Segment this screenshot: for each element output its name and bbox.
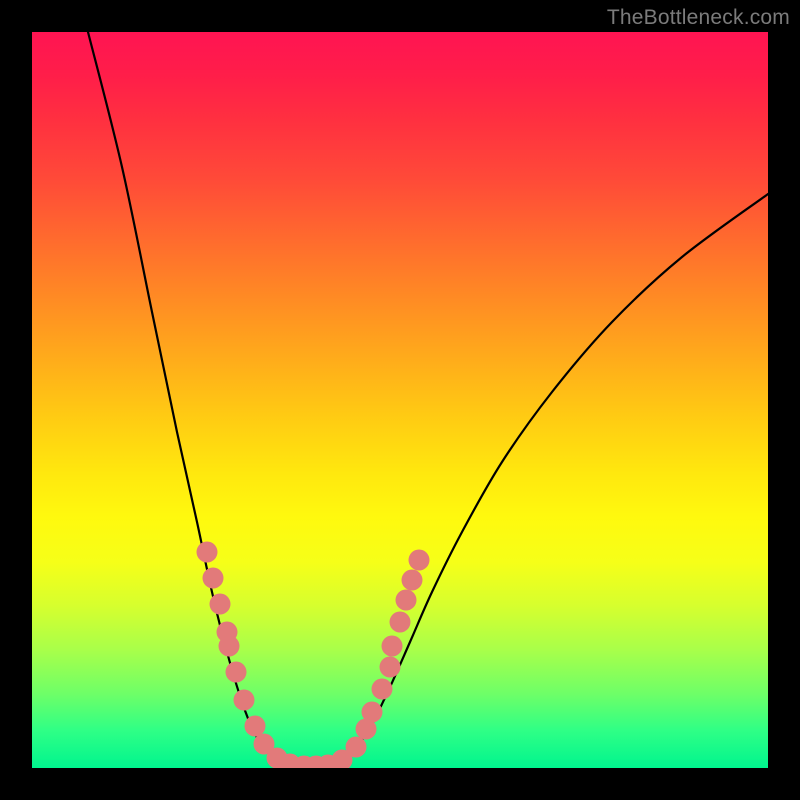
data-dot — [346, 737, 367, 758]
plot-area — [32, 32, 768, 768]
data-dot — [402, 570, 423, 591]
watermark-text: TheBottleneck.com — [607, 6, 790, 30]
data-dot — [226, 662, 247, 683]
data-dot — [396, 590, 417, 611]
data-dot — [390, 612, 411, 633]
data-dot — [219, 636, 240, 657]
data-dot — [382, 636, 403, 657]
data-dot — [197, 542, 218, 563]
data-dot — [409, 550, 430, 571]
data-dot — [210, 594, 231, 615]
chart-frame: TheBottleneck.com — [0, 0, 800, 800]
data-dot — [372, 679, 393, 700]
bottleneck-curve — [88, 32, 768, 768]
chart-svg — [32, 32, 768, 768]
data-dot — [362, 702, 383, 723]
data-dot — [245, 716, 266, 737]
data-dots — [197, 542, 430, 769]
data-dot — [203, 568, 224, 589]
data-dot — [380, 657, 401, 678]
data-dot — [234, 690, 255, 711]
